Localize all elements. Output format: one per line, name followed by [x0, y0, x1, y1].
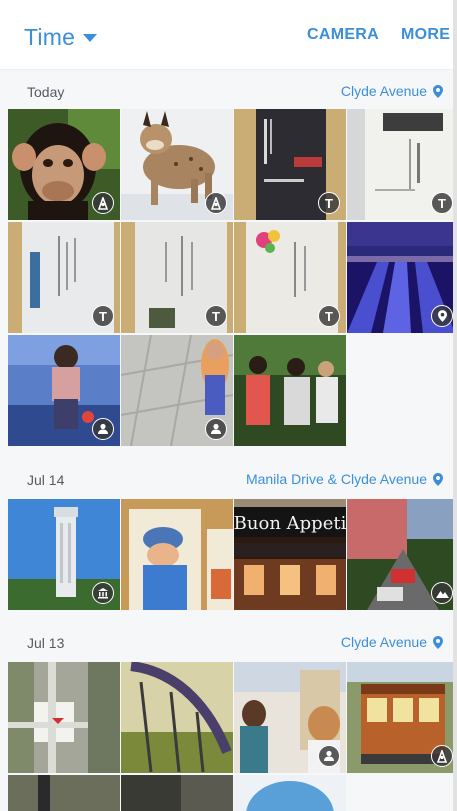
- section-location-link[interactable]: Clyde Avenue: [341, 634, 443, 650]
- section-header-jul-13: Jul 13 Clyde Avenue: [0, 622, 453, 660]
- app-bar: Time CAMERA MORE: [0, 0, 453, 70]
- photo-thumbnail-business-card[interactable]: T: [347, 109, 453, 220]
- scene-icon: [92, 192, 114, 214]
- photo-thumbnail-coit-tower[interactable]: [8, 499, 120, 610]
- view-mode-dropdown[interactable]: Time: [24, 22, 98, 52]
- photo-image: [8, 775, 120, 811]
- photo-thumbnail-street-with-cars[interactable]: [347, 499, 453, 610]
- text-icon: T: [318, 305, 340, 327]
- map-pin-icon: [433, 84, 443, 98]
- section-header-jul-14: Jul 14 Manila Drive & Clyde Avenue: [0, 459, 453, 497]
- mountain-icon: [431, 582, 453, 604]
- section-location-link[interactable]: Clyde Avenue: [341, 83, 443, 99]
- photo-image: Buon Appeti: [234, 499, 346, 610]
- location-icon: [431, 305, 453, 327]
- section-date: Today: [27, 84, 65, 100]
- photo-thumbnail-business-card[interactable]: T: [8, 222, 120, 333]
- photo-thumbnail-partial[interactable]: [234, 775, 346, 811]
- photo-thumbnail-partial[interactable]: [121, 775, 233, 811]
- text-icon: T: [318, 192, 340, 214]
- photo-image: [234, 775, 346, 811]
- view-mode-label: Time: [24, 23, 76, 50]
- map-pin-icon: [433, 635, 443, 649]
- photo-thumbnail-business-card[interactable]: T: [234, 222, 346, 333]
- section-location-label: Manila Drive & Clyde Avenue: [245, 471, 427, 487]
- photo-thumbnail-cartoon-drawing[interactable]: [121, 499, 233, 610]
- photo-image: [234, 335, 346, 446]
- photo-thumbnail-map[interactable]: [8, 662, 120, 773]
- scene-icon: [431, 745, 453, 767]
- gallery-screen: Time CAMERA MORE Today Clyde Avenue T T …: [0, 0, 457, 811]
- photo-thumbnail-business-card[interactable]: T: [121, 222, 233, 333]
- person-icon: [92, 418, 114, 440]
- section-location-link[interactable]: Manila Drive & Clyde Avenue: [246, 471, 443, 487]
- photo-thumbnail-partial[interactable]: [8, 775, 120, 811]
- photo-thumbnail-bowling-lanes[interactable]: [347, 222, 453, 333]
- photo-thumbnail-lynx[interactable]: [121, 109, 233, 220]
- photo-image: [121, 775, 233, 811]
- camera-button[interactable]: CAMERA: [307, 26, 379, 44]
- photo-thumbnail-child-on-tiles[interactable]: [121, 335, 233, 446]
- photo-thumbnail-business-card[interactable]: T: [234, 109, 346, 220]
- person-icon: [318, 745, 340, 767]
- photo-image: [121, 499, 233, 610]
- section-date: Jul 13: [27, 635, 65, 651]
- section-location-label: Clyde Avenue: [340, 83, 427, 99]
- photo-thumbnail-people-in-park[interactable]: [234, 335, 346, 446]
- scene-icon: [205, 192, 227, 214]
- text-icon: T: [205, 305, 227, 327]
- section-date: Jul 14: [27, 472, 65, 488]
- text-icon: T: [92, 305, 114, 327]
- photo-thumbnail-cable-car[interactable]: [347, 662, 453, 773]
- photo-image: [121, 662, 233, 773]
- map-pin-icon: [433, 472, 443, 486]
- photo-image: [8, 662, 120, 773]
- photo-thumbnail-restaurant-sign[interactable]: Buon Appeti: [234, 499, 346, 610]
- photo-thumbnail-chimpanzee[interactable]: [8, 109, 120, 220]
- section-header-today: Today Clyde Avenue: [0, 71, 453, 109]
- person-icon: [205, 418, 227, 440]
- section-location-label: Clyde Avenue: [340, 634, 427, 650]
- text-icon: T: [431, 192, 453, 214]
- photo-thumbnail-women-in-store[interactable]: [234, 662, 346, 773]
- photo-thumbnail-roller-coaster[interactable]: [121, 662, 233, 773]
- more-button[interactable]: MORE: [401, 26, 450, 44]
- chevron-down-icon: [83, 34, 98, 42]
- photo-thumbnail-bowling-player[interactable]: [8, 335, 120, 446]
- restaurant-sign-text: Buon Appeti: [234, 513, 346, 534]
- landmark-icon: [92, 582, 114, 604]
